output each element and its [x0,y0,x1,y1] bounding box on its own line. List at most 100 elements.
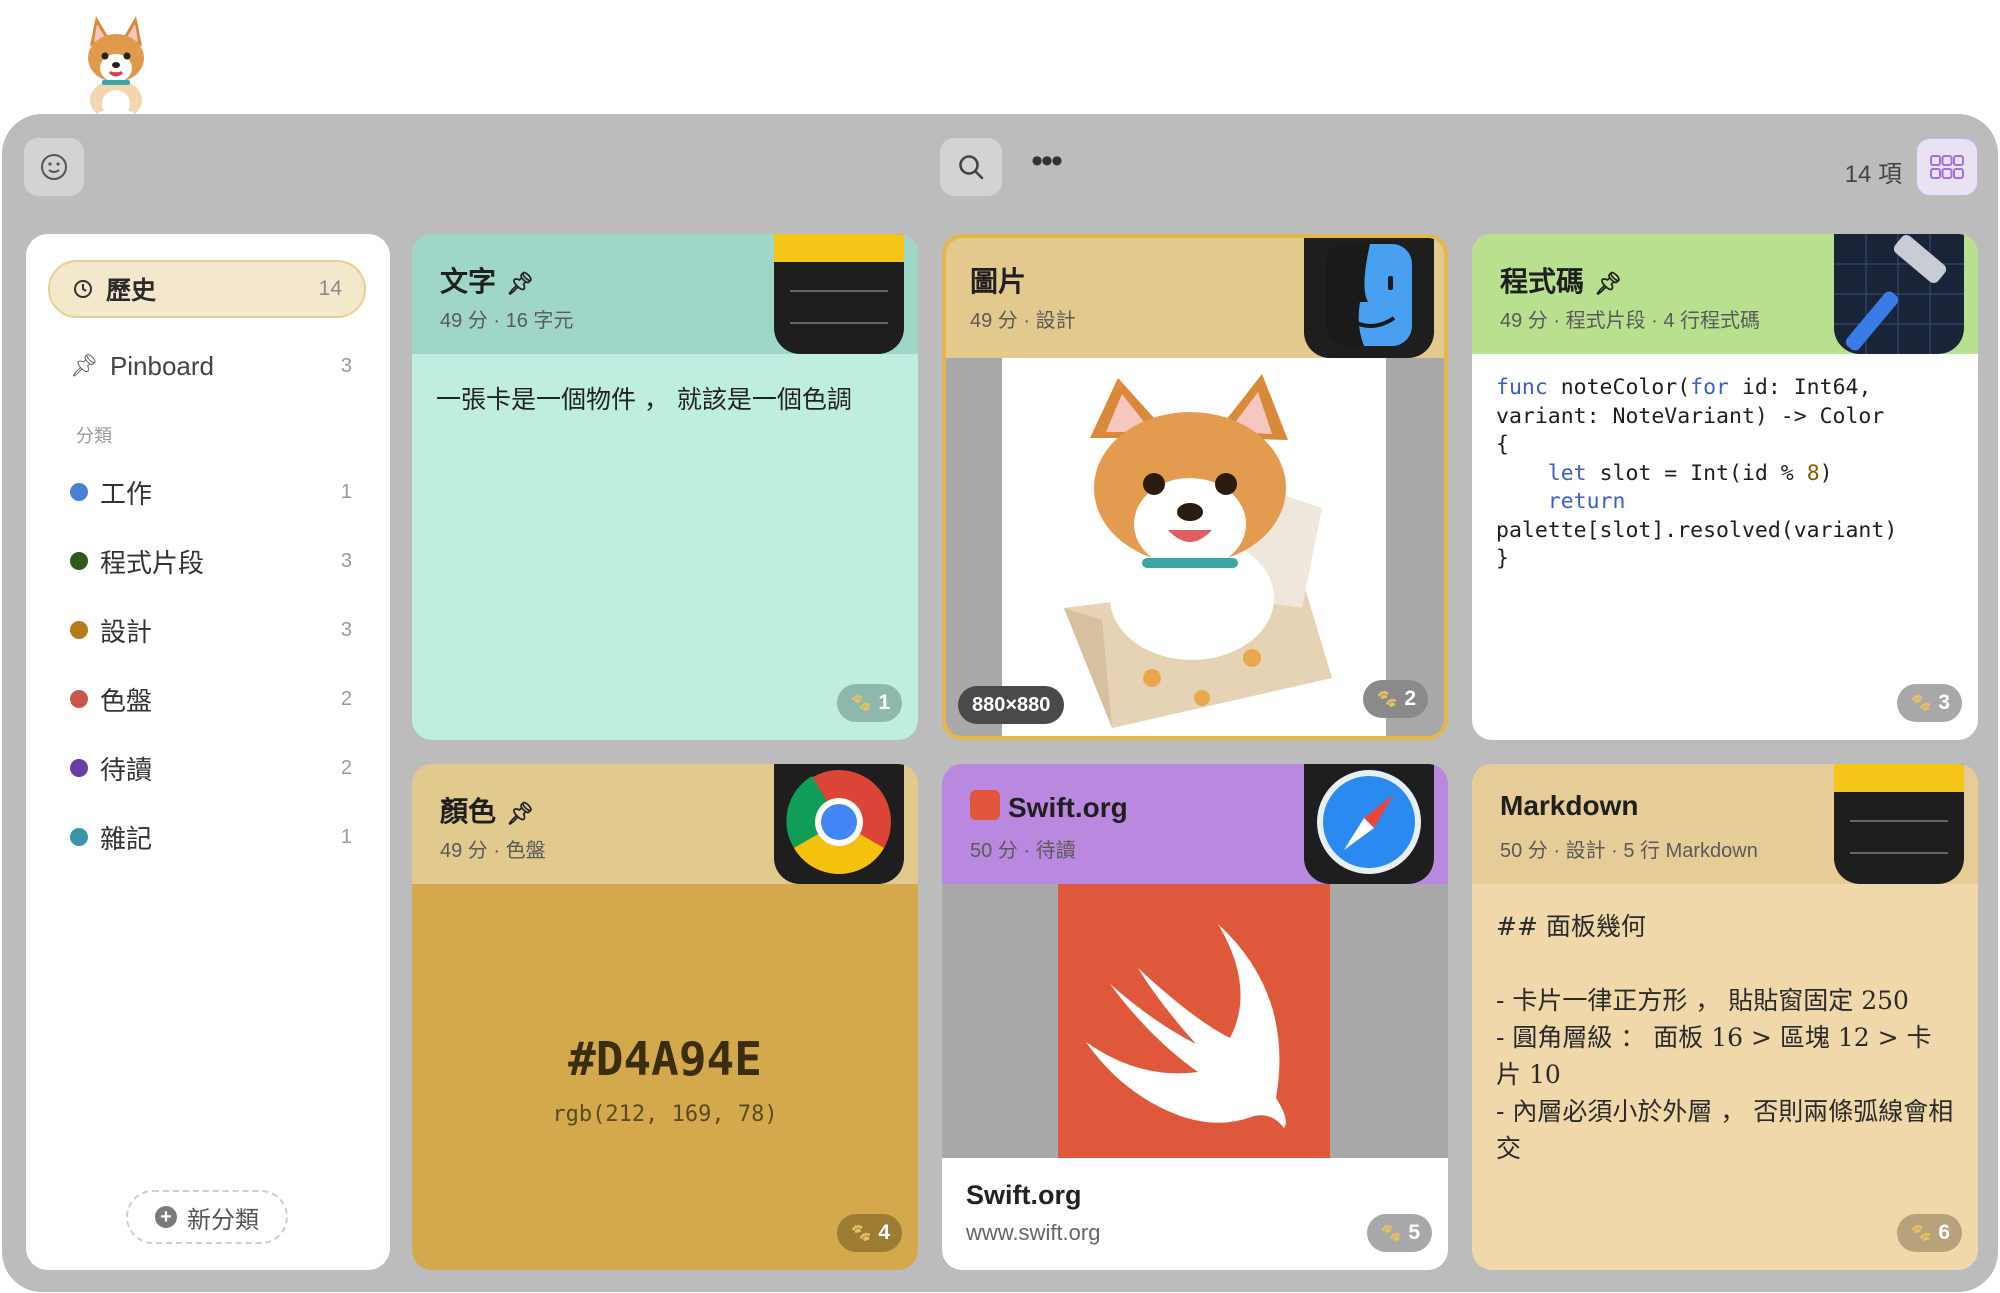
category-color-dot [70,483,88,501]
sidebar-item-count: 3 [340,549,352,572]
link-preview-image [1058,884,1330,1158]
new-category-button[interactable]: + 新分類 [126,1190,288,1244]
category-color-dot [70,690,88,708]
card-title: 顏色 📌︎ [440,796,534,827]
sidebar-item-count: 3 [340,618,352,641]
card-header: 顏色 📌︎ 49 分 · 色盤 [412,764,918,884]
sidebar-item-label: Pinboard [109,350,215,381]
sidebar-item-label: 色盤 [100,685,153,716]
sidebar-item-design[interactable]: 設計 3 [70,610,366,650]
markdown-line: - 卡片一律正方形 ， 貼貼窗固定 250 [1496,986,1909,1015]
markdown-line: - 內層必須小於外層 ， 否則兩條弧線會相交 [1496,1097,1954,1163]
card-title: Swift.org [970,790,1128,824]
smiley-icon [41,154,67,180]
clip-card-markdown[interactable]: Markdown 50 分 · 設計 · 5 行 Markdown ## 面板幾… [1472,764,1978,1270]
paw-icon: 🐾︎ [1909,1222,1933,1243]
card-index-badge: 🐾︎ 3 [1897,684,1962,722]
category-color-dot [70,621,88,639]
sidebar-item-count: 1 [340,825,352,848]
card-subtitle: 50 分 · 設計 · 5 行 Markdown [1500,840,1758,862]
paw-icon: 🐾︎ [1909,692,1933,713]
card-title: 文字 📌︎ [440,266,534,297]
card-title: 程式碼 📌︎ [1500,266,1622,297]
pin-icon: 📌︎ [506,801,534,826]
sidebar-item-history[interactable]: 歷史 14 [48,260,366,318]
sidebar-item-pinboard[interactable]: 📌︎ Pinboard 3 [70,346,366,386]
card-header: Swift.org 50 分 · 待讀 [942,764,1448,884]
clip-card-text[interactable]: 文字 📌︎ 49 分 · 16 字元 一張卡是一個物件 ， 就該是一個色調 🐾︎ 1 [412,234,918,740]
sidebar-item-work[interactable]: 工作 1 [70,472,366,512]
card-header: Markdown 50 分 · 設計 · 5 行 Markdown [1472,764,1978,884]
color-hex-value: #D4A94E [568,1032,762,1086]
more-options-icon[interactable]: ••• [1026,144,1066,188]
category-color-dot [70,828,88,846]
sidebar-item-to-read[interactable]: 待讀 2 [70,748,366,788]
sidebar-item-label: 工作 [100,478,153,509]
card-index-badge: 🐾︎ 2 [1363,680,1428,718]
notes-icon [774,234,904,354]
card-index-badge: 🐾︎ 6 [1897,1214,1962,1252]
card-index-badge: 🐾︎ 5 [1367,1214,1432,1252]
card-title: Markdown [1500,790,1639,821]
sidebar-item-label: 程式片段 [100,547,205,578]
card-text-content: 一張卡是一個物件 ， 就該是一個色調 [436,385,852,414]
card-subtitle: 50 分 · 待讀 [970,840,1076,862]
safari-icon [1304,764,1434,884]
category-color-dot [70,759,88,777]
emoji-button[interactable] [24,138,84,196]
sidebar-item-snippets[interactable]: 程式片段 3 [70,541,366,581]
image-dimensions-badge: 880×880 [958,686,1065,724]
card-header: 圖片 49 分 · 設計 [946,238,1444,358]
paw-icon: 🐾︎ [1379,1222,1403,1243]
sidebar-item-misc[interactable]: 雜記 1 [70,817,366,857]
color-rgb-value: rgb(212, 169, 78) [552,1102,778,1127]
sidebar-item-count: 14 [318,277,342,300]
corgi-in-box-image [1064,374,1332,728]
category-color-dot [70,552,88,570]
card-subtitle: 49 分 · 程式片段 · 4 行程式碼 [1500,310,1761,332]
sidebar-item-label: 待讀 [100,754,153,785]
grid-view-button[interactable] [1916,138,1978,196]
link-footer: Swift.org www.swift.org [942,1158,1448,1270]
sidebar-item-count: 2 [340,687,352,710]
search-icon [959,155,984,180]
link-url: www.swift.org [966,1220,1101,1245]
markdown-line: - 圓角層級 ： 面板 16 > 區塊 12 > 卡片 10 [1496,1023,1932,1089]
link-title: Swift.org [966,1180,1082,1210]
code-content: func noteColor(for id: Int64, variant: N… [1496,375,1898,571]
clip-card-link[interactable]: Swift.org 50 分 · 待讀 Swift.org www.swift.… [942,764,1448,1270]
search-button[interactable] [940,138,1002,196]
card-subtitle: 49 分 · 設計 [970,310,1076,332]
clip-card-image[interactable]: 圖片 49 分 · 設計 880×880 🐾︎ 2 [942,234,1448,740]
markdown-heading: ## 面板幾何 [1496,912,1646,941]
card-index-badge: 🐾︎ 1 [837,684,902,722]
sidebar-item-count: 3 [340,354,352,377]
clip-card-color[interactable]: 顏色 📌︎ 49 分 · 色盤 #D4A94E rgb(212, 169, 78)… [412,764,918,1270]
pin-icon: 📌︎ [1594,271,1622,296]
grid-icon [1930,155,1964,179]
paw-icon: 🐾︎ [849,1222,873,1243]
card-title: 圖片 [970,266,1027,297]
card-index-badge: 🐾︎ 4 [837,1214,902,1252]
clip-card-code[interactable]: 程式碼 📌︎ 49 分 · 程式片段 · 4 行程式碼 func noteColo… [1472,234,1978,740]
notes-icon [1834,764,1964,884]
swift-logo-icon [1086,924,1286,1128]
xcode-icon [1834,234,1964,354]
card-header: 程式碼 📌︎ 49 分 · 程式片段 · 4 行程式碼 [1472,234,1978,354]
item-count: 14 項 [1844,161,1902,188]
pin-icon: 📌︎ [506,271,534,296]
section-label: 分類 [76,426,112,446]
markdown-content: ## 面板幾何 - 卡片一律正方形 ， 貼貼窗固定 250 - 圓角層級 ： 面… [1496,908,1956,1167]
sidebar-item-count: 1 [340,480,352,503]
corgi-mascot-icon [88,16,144,121]
sidebar-item-label: 歷史 [106,277,157,305]
paw-icon: 🐾︎ [1375,688,1399,709]
sidebar-item-label: 雜記 [100,823,153,854]
sidebar-item-count: 2 [340,756,352,779]
new-category-label: 新分類 [187,1206,259,1234]
sidebar-item-palette[interactable]: 色盤 2 [70,679,366,719]
finder-icon [1304,238,1434,358]
sidebar: 歷史 14 📌︎ Pinboard 3 分類 工作 1 程式片段 3 設計 3 … [26,234,390,1270]
card-subtitle: 49 分 · 16 字元 [440,310,574,332]
swift-favicon-icon [970,790,1000,820]
